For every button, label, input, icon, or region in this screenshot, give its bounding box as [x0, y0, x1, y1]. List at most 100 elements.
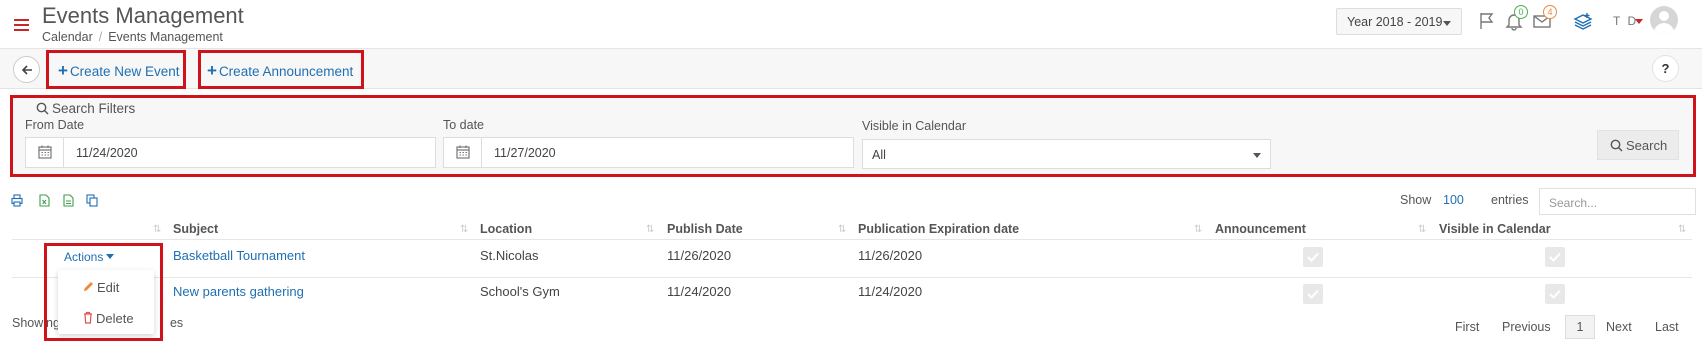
calendar-icon[interactable] [26, 138, 64, 167]
search-button-label: Search [1626, 138, 1668, 153]
create-announcement-button[interactable]: + Create Announcement [207, 61, 353, 81]
filters-title-label: Search Filters [52, 101, 136, 116]
action-toolbar: + Create New Event + Create Announcement ? [0, 49, 1702, 89]
visible-in-calendar-label: Visible in Calendar [862, 119, 966, 133]
menu-icon[interactable] [14, 19, 29, 31]
from-date-value: 11/24/2020 [76, 146, 138, 160]
chevron-down-icon [1253, 153, 1261, 158]
check-icon [1549, 289, 1561, 299]
breadcrumb-events-management: Events Management [108, 30, 223, 44]
event-publish-date: 11/26/2020 [667, 248, 732, 263]
visible-checkbox [1545, 284, 1565, 304]
column-visible-in-calendar[interactable]: Visible in Calendar [1439, 222, 1551, 236]
sort-icon[interactable]: ⇅ [646, 224, 655, 235]
help-button[interactable]: ? [1652, 55, 1679, 82]
pager-last[interactable]: Last [1655, 320, 1679, 334]
chevron-down-icon [1443, 21, 1451, 26]
excel-icon[interactable] [38, 194, 50, 207]
sort-icon[interactable]: ⇅ [838, 224, 847, 235]
page-title: Events Management [42, 3, 244, 28]
column-announcement[interactable]: Announcement [1215, 222, 1306, 236]
arrow-left-icon [21, 65, 32, 75]
column-subject[interactable]: Subject [173, 222, 218, 236]
visible-in-calendar-value: All [872, 148, 886, 162]
breadcrumb: Calendar / Events Management [42, 30, 223, 44]
table-info-start: Showing [12, 316, 60, 330]
event-publish-date: 11/24/2020 [667, 284, 732, 299]
row-divider [12, 277, 1692, 278]
notifications-badge: 0 [1514, 5, 1528, 19]
copy-icon[interactable] [86, 194, 98, 207]
actions-dropdown-menu: Edit Delete [58, 270, 154, 334]
search-icon [1610, 139, 1623, 152]
edit-menu-item[interactable]: Edit [82, 280, 119, 295]
visible-in-calendar-select[interactable]: All [862, 139, 1271, 169]
search-icon [36, 102, 49, 115]
filters-title: Search Filters [32, 101, 140, 116]
pager-first[interactable]: First [1455, 320, 1479, 334]
to-date-label: To date [443, 118, 485, 132]
to-date-value: 11/27/2020 [494, 146, 556, 160]
event-location: School's Gym [480, 284, 560, 299]
pager-page-1[interactable]: 1 [1565, 315, 1595, 339]
sort-icon[interactable]: ⇅ [1418, 224, 1427, 235]
sort-icon[interactable]: ⇅ [1678, 224, 1687, 235]
table-info-end: es [169, 316, 184, 330]
event-expiration-date: 11/26/2020 [858, 248, 923, 263]
actions-button[interactable]: Actions [64, 250, 115, 264]
event-expiration-date: 11/24/2020 [858, 284, 923, 299]
to-date-field[interactable]: 11/27/2020 [443, 137, 854, 168]
pencil-icon [84, 282, 93, 291]
messages-badge: 4 [1543, 5, 1557, 19]
pager-previous[interactable]: Previous [1502, 320, 1551, 334]
avatar[interactable] [1650, 6, 1678, 34]
search-button[interactable]: Search [1597, 130, 1679, 160]
layers-add-icon[interactable] [1573, 11, 1593, 31]
flag-icon[interactable] [1477, 11, 1497, 31]
event-subject-link[interactable]: New parents gathering [173, 284, 304, 299]
announcement-checkbox [1303, 247, 1323, 267]
event-location: St.Nicolas [480, 248, 539, 263]
edit-label: Edit [97, 280, 120, 295]
page-size-select[interactable]: 100 [1443, 193, 1464, 207]
actions-label: Actions [64, 250, 104, 264]
year-selector-value: Year 2018 - 2019 [1347, 15, 1443, 29]
announcement-checkbox [1303, 284, 1323, 304]
column-location[interactable]: Location [480, 222, 532, 236]
table-search-input[interactable]: Search... [1539, 188, 1696, 215]
sort-icon[interactable]: ⇅ [153, 224, 162, 235]
search-filters: Search Filters From Date 11/24/2020 To d… [12, 97, 1692, 175]
create-event-button[interactable]: + Create New Event [58, 61, 180, 81]
app-header: Events Management Calendar / Events Manage… [0, 0, 1702, 49]
event-subject-link[interactable]: Basketball Tournament [173, 248, 305, 263]
year-selector[interactable]: Year 2018 - 2019 [1336, 8, 1462, 35]
visible-checkbox [1545, 247, 1565, 267]
entries-label: entries [1491, 193, 1529, 207]
column-expiration-date[interactable]: Publication Expiration date [858, 222, 1019, 236]
plus-icon: + [58, 61, 68, 80]
csv-icon[interactable] [62, 194, 74, 207]
print-icon[interactable] [11, 194, 23, 207]
check-icon [1549, 252, 1561, 262]
create-announcement-label: Create Announcement [218, 64, 354, 79]
breadcrumb-calendar[interactable]: Calendar [42, 30, 93, 44]
column-publish-date[interactable]: Publish Date [667, 222, 743, 236]
check-icon [1307, 252, 1319, 262]
from-date-field[interactable]: 11/24/2020 [25, 137, 436, 168]
chevron-down-icon [106, 254, 115, 259]
chevron-down-icon[interactable] [1635, 19, 1643, 24]
sort-icon[interactable]: ⇅ [460, 224, 469, 235]
calendar-icon[interactable] [444, 138, 482, 167]
pager-next[interactable]: Next [1606, 320, 1632, 334]
delete-menu-item[interactable]: Delete [82, 311, 134, 326]
create-event-label: Create New Event [69, 64, 180, 79]
sort-icon[interactable]: ⇅ [1194, 224, 1203, 235]
back-button[interactable] [13, 56, 40, 83]
show-label: Show [1400, 193, 1432, 207]
header-divider [12, 239, 1692, 240]
delete-label: Delete [96, 311, 134, 326]
plus-icon: + [207, 61, 217, 80]
trash-icon [84, 311, 92, 324]
from-date-label: From Date [25, 118, 85, 132]
check-icon [1307, 289, 1319, 299]
